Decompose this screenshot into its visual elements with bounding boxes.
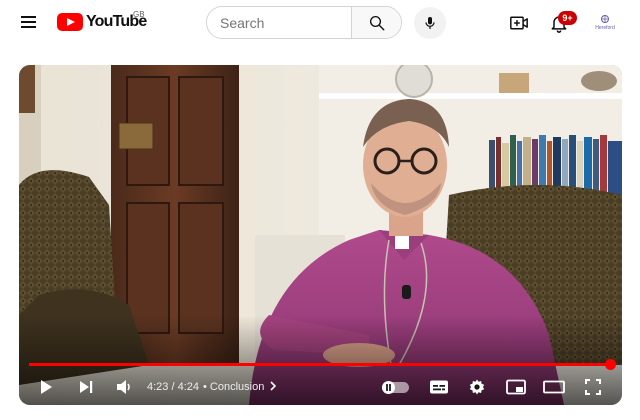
pause-icon — [382, 381, 395, 394]
theater-mode-icon — [543, 380, 565, 394]
video-player[interactable]: 4:23 / 4:24 • Conclusion — [19, 65, 622, 405]
progress-bar[interactable] — [29, 363, 612, 366]
create-button[interactable] — [507, 12, 531, 34]
top-bar: YouTube GB 9+ — [0, 0, 640, 46]
next-button[interactable] — [71, 369, 101, 405]
settings-button[interactable] — [462, 369, 492, 405]
next-icon — [80, 381, 93, 393]
progress-fill — [29, 363, 610, 366]
current-time: 4:23 — [147, 381, 169, 393]
fullscreen-button[interactable] — [578, 369, 608, 405]
search-box — [206, 6, 402, 39]
theater-mode-button[interactable] — [539, 369, 569, 405]
play-button[interactable] — [31, 369, 61, 405]
time-separator: / — [171, 381, 175, 393]
search-button[interactable] — [351, 7, 401, 38]
miniplayer-icon — [506, 379, 526, 395]
time-display: 4:23 / 4:24 — [147, 369, 199, 405]
search-input[interactable] — [207, 7, 351, 38]
volume-icon — [116, 380, 130, 394]
chapter-title: Conclusion — [209, 381, 265, 393]
notification-count-badge: 9+ — [558, 11, 577, 25]
youtube-play-logo-icon — [57, 13, 83, 31]
player-controls: 4:23 / 4:24 • Conclusion — [19, 369, 622, 405]
voice-search-button[interactable] — [414, 7, 446, 39]
subtitles-button[interactable] — [424, 369, 454, 405]
chapter-separator: • — [203, 381, 207, 393]
avatar[interactable]: Hereford — [593, 11, 617, 35]
subtitles-icon — [430, 380, 448, 394]
avatar-crest-icon — [601, 15, 609, 23]
chapter-button[interactable]: • Conclusion — [203, 369, 277, 405]
play-icon — [41, 380, 52, 394]
video-frame — [19, 65, 622, 405]
search-icon — [369, 15, 384, 30]
gear-icon — [469, 379, 485, 395]
create-video-icon — [510, 16, 528, 30]
autoplay-toggle[interactable] — [382, 381, 409, 394]
hamburger-menu-icon[interactable] — [19, 12, 39, 32]
miniplayer-button[interactable] — [501, 369, 531, 405]
fullscreen-icon — [585, 379, 601, 395]
duration: 4:24 — [177, 381, 200, 393]
mute-button[interactable] — [109, 369, 139, 405]
microphone-icon — [425, 17, 435, 29]
region-code: GB — [133, 10, 145, 19]
chevron-right-icon — [270, 381, 277, 391]
avatar-label: Hereford — [595, 25, 615, 31]
